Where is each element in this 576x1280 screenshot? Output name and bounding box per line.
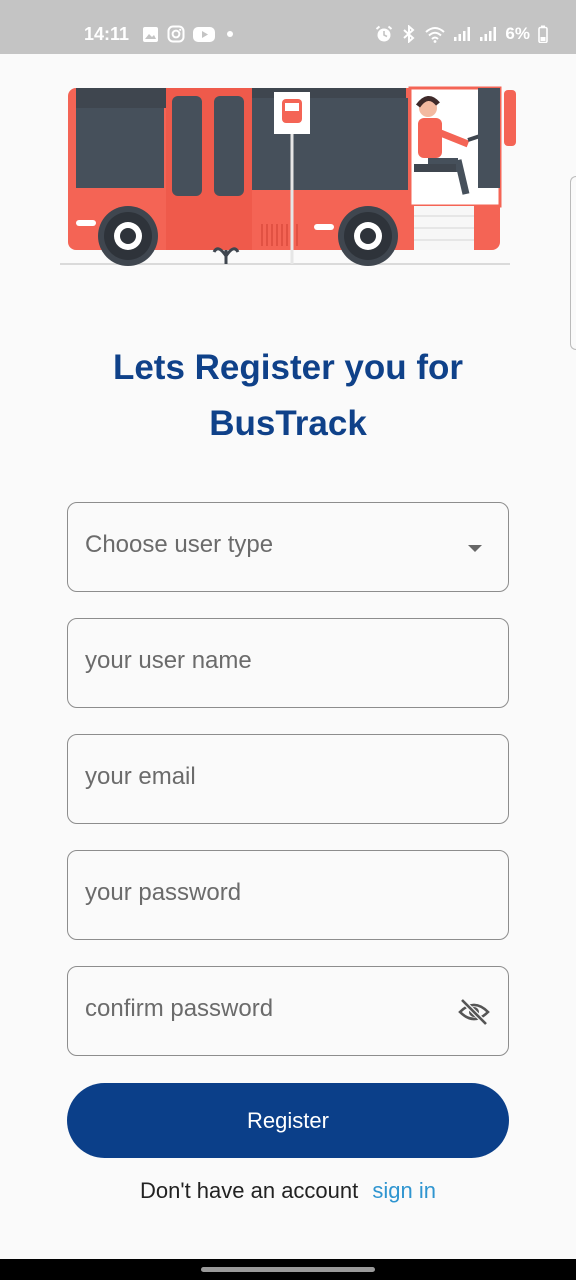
gallery-icon — [143, 26, 158, 42]
register-button[interactable]: Register — [67, 1083, 509, 1158]
user-type-dropdown[interactable]: Choose user type — [67, 502, 509, 592]
email-field[interactable]: your email — [67, 734, 509, 824]
password-placeholder: your password — [85, 879, 242, 906]
page-title: Lets Register you for BusTrack — [0, 340, 576, 452]
username-placeholder: your user name — [85, 647, 252, 674]
confirm-password-field[interactable]: confirm password — [67, 966, 509, 1056]
bus-illustration — [60, 86, 516, 266]
instagram-icon — [167, 25, 185, 43]
battery-icon — [538, 25, 548, 43]
scroll-indicator — [570, 176, 576, 350]
user-type-placeholder: Choose user type — [85, 531, 274, 558]
username-field[interactable]: your user name — [67, 618, 509, 708]
signal-icon — [454, 27, 471, 41]
email-placeholder: your email — [85, 763, 196, 790]
signin-prompt: Don't have an account sign in — [0, 1178, 576, 1204]
bluetooth-icon — [403, 25, 415, 43]
title-line-2: BusTrack — [209, 404, 367, 443]
signin-prompt-text: Don't have an account — [140, 1178, 359, 1203]
dot-icon — [227, 31, 233, 37]
navigation-bar — [0, 1259, 576, 1280]
visibility-off-icon[interactable] — [458, 997, 490, 1027]
youtube-icon — [193, 26, 215, 42]
status-bar: 14:11 6% — [0, 0, 576, 54]
system-icons: 6% — [375, 24, 548, 44]
status-time: 14:11 — [84, 24, 130, 44]
notification-icons — [142, 25, 237, 43]
password-field[interactable]: your password — [67, 850, 509, 940]
signal-icon-2 — [480, 27, 497, 41]
confirm-password-placeholder: confirm password — [85, 995, 274, 1022]
wifi-icon — [425, 26, 446, 43]
battery-level: 6% — [505, 24, 530, 43]
signin-link[interactable]: sign in — [372, 1178, 436, 1203]
dropdown-arrow-icon — [468, 545, 482, 552]
home-handle[interactable] — [201, 1267, 375, 1272]
alarm-icon — [376, 25, 393, 42]
title-line-1: Lets Register you for — [112, 348, 464, 387]
